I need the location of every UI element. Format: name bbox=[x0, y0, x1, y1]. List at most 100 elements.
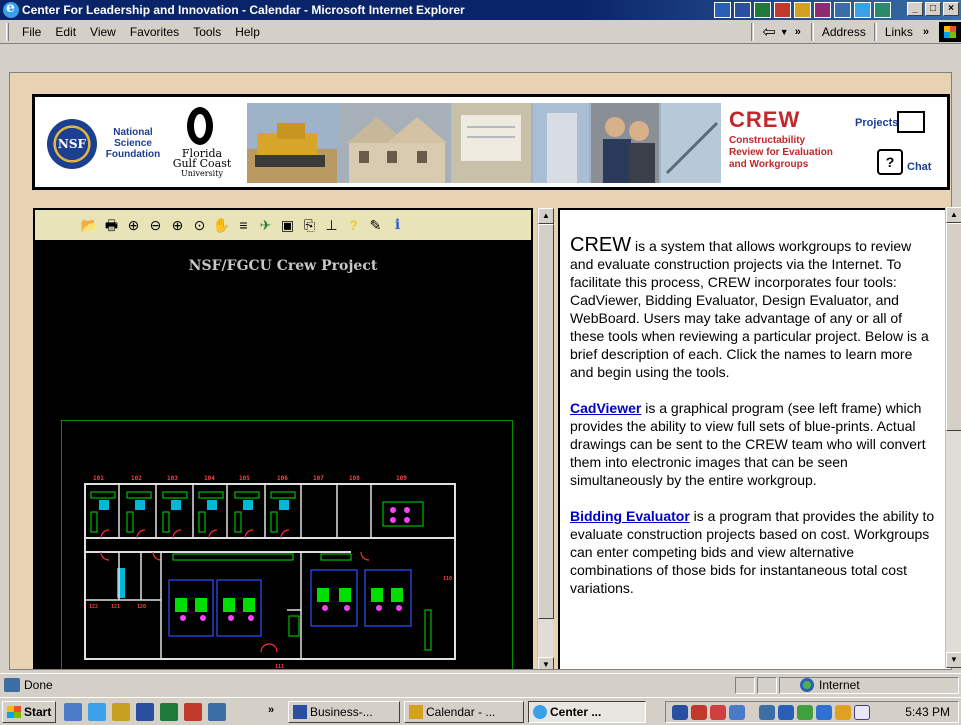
status-text: Done bbox=[24, 677, 53, 692]
ie-icon[interactable] bbox=[88, 703, 106, 721]
frontpage-icon[interactable] bbox=[834, 2, 851, 18]
description-scrollbar[interactable]: ▲ ▼ bbox=[945, 207, 961, 668]
menu-file[interactable]: File bbox=[15, 25, 48, 39]
window-controls: _ □ × bbox=[907, 2, 959, 16]
excel-icon[interactable] bbox=[754, 2, 771, 18]
taskbar-button-center[interactable]: Center ... bbox=[528, 701, 646, 723]
shield-icon[interactable] bbox=[672, 705, 688, 720]
layers-icon[interactable]: ≡ bbox=[235, 217, 252, 234]
back-arrow-icon[interactable]: ⇦ bbox=[762, 22, 775, 42]
menu-edit[interactable]: Edit bbox=[48, 25, 83, 39]
maximize-button[interactable]: □ bbox=[925, 2, 941, 16]
zoom-extents-icon[interactable]: ⊕ bbox=[169, 217, 186, 234]
chat-link[interactable]: Chat bbox=[907, 161, 931, 173]
links-chevron[interactable]: » bbox=[923, 26, 929, 38]
excel-icon[interactable] bbox=[160, 703, 178, 721]
desktop-icon[interactable] bbox=[64, 703, 82, 721]
toolbar-separator bbox=[810, 23, 814, 41]
antivirus-icon[interactable] bbox=[691, 705, 707, 720]
windows-flag-icon bbox=[7, 706, 21, 718]
close-button[interactable]: × bbox=[943, 2, 959, 16]
nsf-logo[interactable]: NSF bbox=[47, 119, 97, 169]
cad-viewer-frame[interactable]: 📂 🖶 ⊕ ⊖ ⊕ ⊙ ✋ ≡ ✈ ▣ ⎘ ⊥ ? ✎ i NSF/FGCU C… bbox=[33, 208, 533, 670]
cadviewer-link[interactable]: CadViewer bbox=[570, 400, 641, 416]
menu-view[interactable]: View bbox=[83, 25, 123, 39]
network-icon[interactable] bbox=[729, 705, 745, 720]
status-panel bbox=[735, 677, 755, 694]
taskbar-button-calendar[interactable]: Calendar - ... bbox=[404, 701, 524, 723]
map-icon[interactable]: ✈ bbox=[257, 217, 274, 234]
tray-icons bbox=[672, 705, 870, 720]
window-title: Center For Leadership and Innovation - C… bbox=[22, 3, 465, 17]
projects-link[interactable]: Projects bbox=[855, 117, 898, 129]
task-label: Calendar - ... bbox=[426, 705, 496, 719]
quick-launch-chevron[interactable]: » bbox=[268, 704, 274, 716]
links-bar-toggle[interactable]: Links bbox=[885, 25, 913, 39]
word-icon[interactable] bbox=[136, 703, 154, 721]
taskbar-button-business[interactable]: Business-... bbox=[288, 701, 400, 723]
menu-favorites[interactable]: Favorites bbox=[123, 25, 186, 39]
menu-bar: File Edit View Favorites Tools Help ⇦ ▼ … bbox=[0, 20, 961, 44]
measure-icon[interactable]: ⊥ bbox=[323, 217, 340, 234]
back-dropdown-icon[interactable]: ▼ bbox=[780, 27, 789, 37]
frontpage-icon[interactable] bbox=[208, 703, 226, 721]
address-bar-toggle[interactable]: Address bbox=[822, 25, 866, 39]
scroll-up-arrow-icon[interactable]: ▲ bbox=[946, 207, 961, 223]
description-frame: CREW is a system that allows workgroups … bbox=[558, 208, 951, 669]
status-panel bbox=[757, 677, 777, 694]
crew-subtitle-line: and Workgroups bbox=[729, 159, 809, 170]
scroll-down-arrow-icon[interactable]: ▼ bbox=[946, 652, 961, 668]
page-done-icon bbox=[4, 677, 20, 692]
search-tray-icon[interactable] bbox=[816, 705, 832, 720]
toolbar-grip[interactable] bbox=[6, 22, 9, 41]
app-icon[interactable] bbox=[714, 2, 731, 18]
outlook-icon[interactable] bbox=[794, 2, 811, 18]
access-icon[interactable] bbox=[814, 2, 831, 18]
construction-photos bbox=[247, 103, 721, 183]
volume-icon[interactable] bbox=[759, 705, 775, 720]
zoom-out-icon[interactable]: ⊖ bbox=[147, 217, 164, 234]
redraw-icon[interactable]: ⎘ bbox=[301, 217, 318, 234]
word-icon[interactable] bbox=[734, 2, 751, 18]
print-icon[interactable]: 🖶 bbox=[103, 217, 120, 234]
scroll-down-arrow-icon[interactable]: ▼ bbox=[538, 657, 554, 669]
projects-icon[interactable] bbox=[897, 111, 925, 133]
svg-text:109: 109 bbox=[396, 475, 407, 482]
zoom-window-icon[interactable]: ⊙ bbox=[191, 217, 208, 234]
window-icon[interactable]: ▣ bbox=[279, 217, 296, 234]
menu-help[interactable]: Help bbox=[228, 25, 267, 39]
help-icon[interactable]: ? bbox=[345, 217, 362, 234]
ie-icon[interactable] bbox=[854, 2, 871, 18]
scroll-thumb[interactable] bbox=[946, 223, 961, 431]
bidding-evaluator-link[interactable]: Bidding Evaluator bbox=[570, 508, 690, 524]
fgcu-logo-icon[interactable] bbox=[187, 107, 213, 145]
crew-title: CREW bbox=[729, 107, 801, 132]
red-cross-icon[interactable] bbox=[710, 705, 726, 720]
mail-icon[interactable] bbox=[854, 705, 870, 720]
scroll-up-arrow-icon[interactable]: ▲ bbox=[538, 208, 554, 224]
cad-frame-scrollbar[interactable]: ▲ ▼ bbox=[537, 208, 554, 669]
pan-hand-icon[interactable]: ✋ bbox=[213, 217, 230, 234]
start-button[interactable]: Start bbox=[2, 701, 56, 723]
minimize-button[interactable]: _ bbox=[907, 2, 923, 16]
open-folder-icon[interactable]: 📂 bbox=[81, 217, 98, 234]
menu-tools[interactable]: Tools bbox=[186, 25, 228, 39]
publisher-icon[interactable] bbox=[874, 2, 891, 18]
markup-icon[interactable]: ✎ bbox=[367, 217, 384, 234]
chat-icon[interactable]: ? bbox=[877, 149, 903, 175]
app-tray-icon[interactable] bbox=[778, 705, 794, 720]
tray-app-icon[interactable] bbox=[835, 705, 851, 720]
task-label: Business-... bbox=[310, 705, 373, 719]
zoom-in-icon[interactable]: ⊕ bbox=[125, 217, 142, 234]
scroll-thumb[interactable] bbox=[538, 224, 554, 619]
toolbar-chevron[interactable]: » bbox=[795, 26, 801, 38]
info-icon[interactable]: i bbox=[389, 217, 406, 234]
cad-drawing-title: NSF/FGCU Crew Project bbox=[188, 258, 378, 274]
floor-plan-drawing[interactable]: 101 102 103 104 105 106 107 108 109 122 … bbox=[61, 420, 513, 670]
powerpoint-icon[interactable] bbox=[184, 703, 202, 721]
powerpoint-icon[interactable] bbox=[774, 2, 791, 18]
toolbar-separator bbox=[751, 23, 755, 41]
media-icon[interactable] bbox=[112, 703, 130, 721]
window-title-bar[interactable]: Center For Leadership and Innovation - C… bbox=[0, 0, 961, 20]
messenger-icon[interactable] bbox=[797, 705, 813, 720]
